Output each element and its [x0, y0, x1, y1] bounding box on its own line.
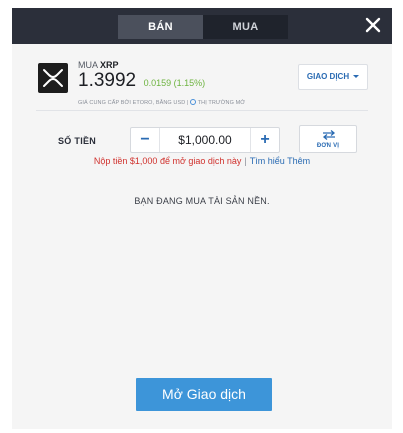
tab-sell[interactable]: BÁN — [118, 15, 203, 39]
deposit-error-text: Nộp tiền $1,000 để mở giao dịch này — [93, 156, 242, 166]
price-row: 1.3992 0.0159 (1.15%) — [78, 70, 205, 92]
decrease-amount-button[interactable]: − — [131, 128, 159, 152]
instrument-header: MUA XRP 1.3992 0.0159 (1.15%) GIÁ CUNG C… — [12, 44, 392, 118]
instrument-symbol: XRP — [100, 60, 119, 70]
unit-label: ĐƠN VỊ — [316, 143, 340, 149]
xrp-logo-icon — [38, 63, 68, 93]
close-icon[interactable] — [362, 14, 384, 36]
trade-dropdown-label: GIAO DỊCH — [306, 72, 350, 81]
trade-dialog: BÁN MUA MUA XRP 1.3992 0.0159 (1.15%) GI… — [12, 8, 392, 429]
clock-icon — [190, 99, 197, 105]
price-provider: GIÁ CUNG CẤP BỞI ETORO, BẰNG USD | THỊ T… — [78, 99, 245, 106]
provider-separator: | — [186, 100, 189, 106]
underlying-asset-text: BẠN ĐANG MUA TÀI SẢN NỀN. — [134, 196, 270, 206]
dialog-topbar: BÁN MUA — [12, 8, 392, 44]
amount-input[interactable] — [159, 128, 251, 152]
amount-label: SỐ TIỀN — [58, 136, 97, 146]
increase-amount-button[interactable]: + — [251, 128, 279, 152]
caret-down-icon — [353, 75, 360, 78]
buy-sell-tabs: BÁN MUA — [118, 15, 288, 39]
amount-stepper: − + — [130, 127, 280, 153]
notice-separator: | — [244, 156, 247, 166]
price-change: 0.0159 (1.15%) — [143, 78, 206, 88]
swap-arrows-icon — [322, 130, 336, 140]
unit-toggle-button[interactable]: ĐƠN VỊ — [299, 125, 357, 153]
learn-more-link[interactable]: Tìm hiểu Thêm — [250, 156, 310, 166]
deposit-notice: Nộp tiền $1,000 để mở giao dịch này | Tìm … — [12, 156, 392, 166]
header-divider — [36, 110, 368, 111]
market-status: THỊ TRƯỜNG MỞ — [197, 100, 246, 106]
trade-dropdown[interactable]: GIAO DỊCH — [298, 64, 368, 90]
open-trade-button[interactable]: Mở Giao dịch — [136, 378, 272, 411]
action-prefix: MUA — [78, 60, 98, 70]
instrument-price: 1.3992 — [78, 70, 137, 91]
tab-buy[interactable]: MUA — [203, 15, 288, 39]
provider-text: GIÁ CUNG CẤP BỞI ETORO, BẰNG USD — [78, 100, 186, 106]
instrument-action: MUA XRP — [78, 60, 119, 70]
